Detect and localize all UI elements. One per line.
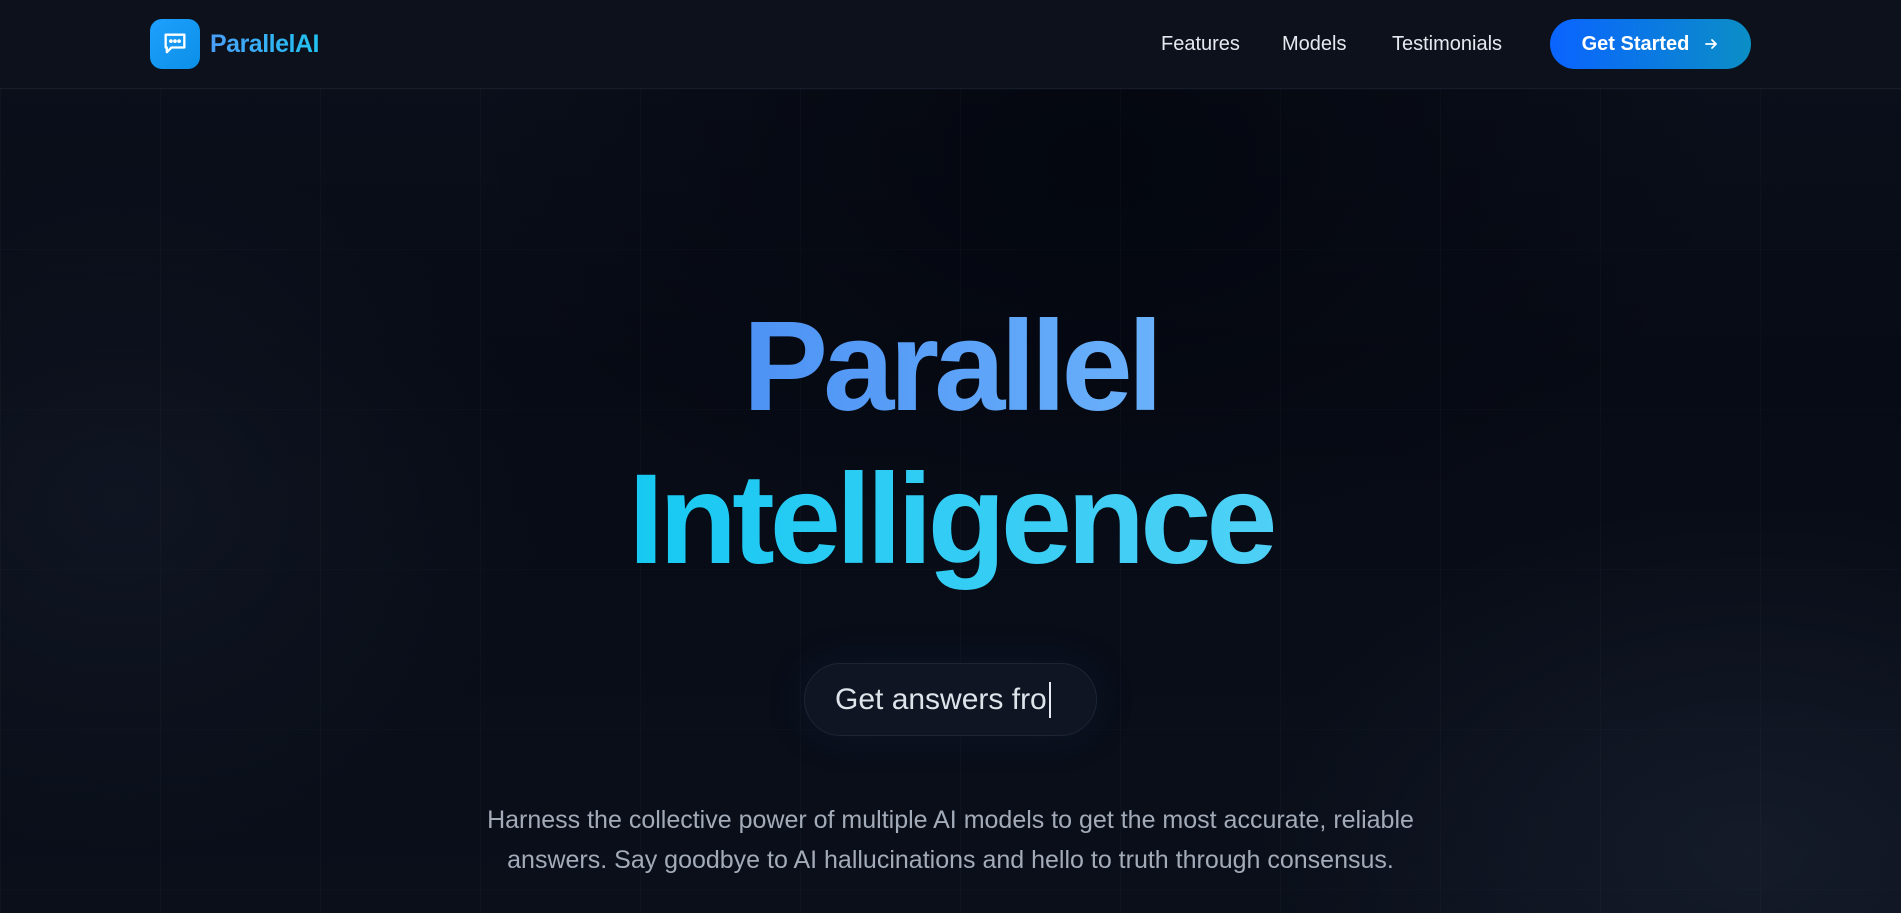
top-navbar: ParallelAI Features Models Testimonials … bbox=[0, 0, 1901, 89]
logo-badge bbox=[150, 19, 200, 69]
hero-title-line-1: Parallel bbox=[0, 292, 1901, 442]
chat-bubble-icon bbox=[164, 33, 186, 54]
hero-title-intelligence: Intelligence bbox=[628, 448, 1277, 591]
hero-description: Harness the collective power of multiple… bbox=[487, 806, 1414, 874]
nav-link-features[interactable]: Features bbox=[1161, 26, 1240, 62]
get-started-label: Get Started bbox=[1581, 32, 1690, 55]
brand-name: ParallelAI bbox=[210, 29, 319, 58]
hero-title-parallel: Parallel bbox=[742, 295, 1163, 438]
typing-tagline-text: Get answers fro bbox=[835, 682, 1047, 716]
nav-link-testimonials[interactable]: Testimonials bbox=[1392, 26, 1502, 62]
page: ParallelAI Features Models Testimonials … bbox=[0, 0, 1901, 913]
brand-logo-link[interactable]: ParallelAI bbox=[150, 19, 319, 69]
typing-tagline-pill: Get answers fro bbox=[804, 663, 1097, 736]
text-caret bbox=[1048, 681, 1051, 718]
hero-title-line-2: Intelligence bbox=[0, 445, 1901, 595]
get-started-button[interactable]: Get Started bbox=[1550, 19, 1751, 69]
nav-link-models[interactable]: Models bbox=[1282, 26, 1346, 62]
arrow-right-icon bbox=[1705, 39, 1718, 49]
